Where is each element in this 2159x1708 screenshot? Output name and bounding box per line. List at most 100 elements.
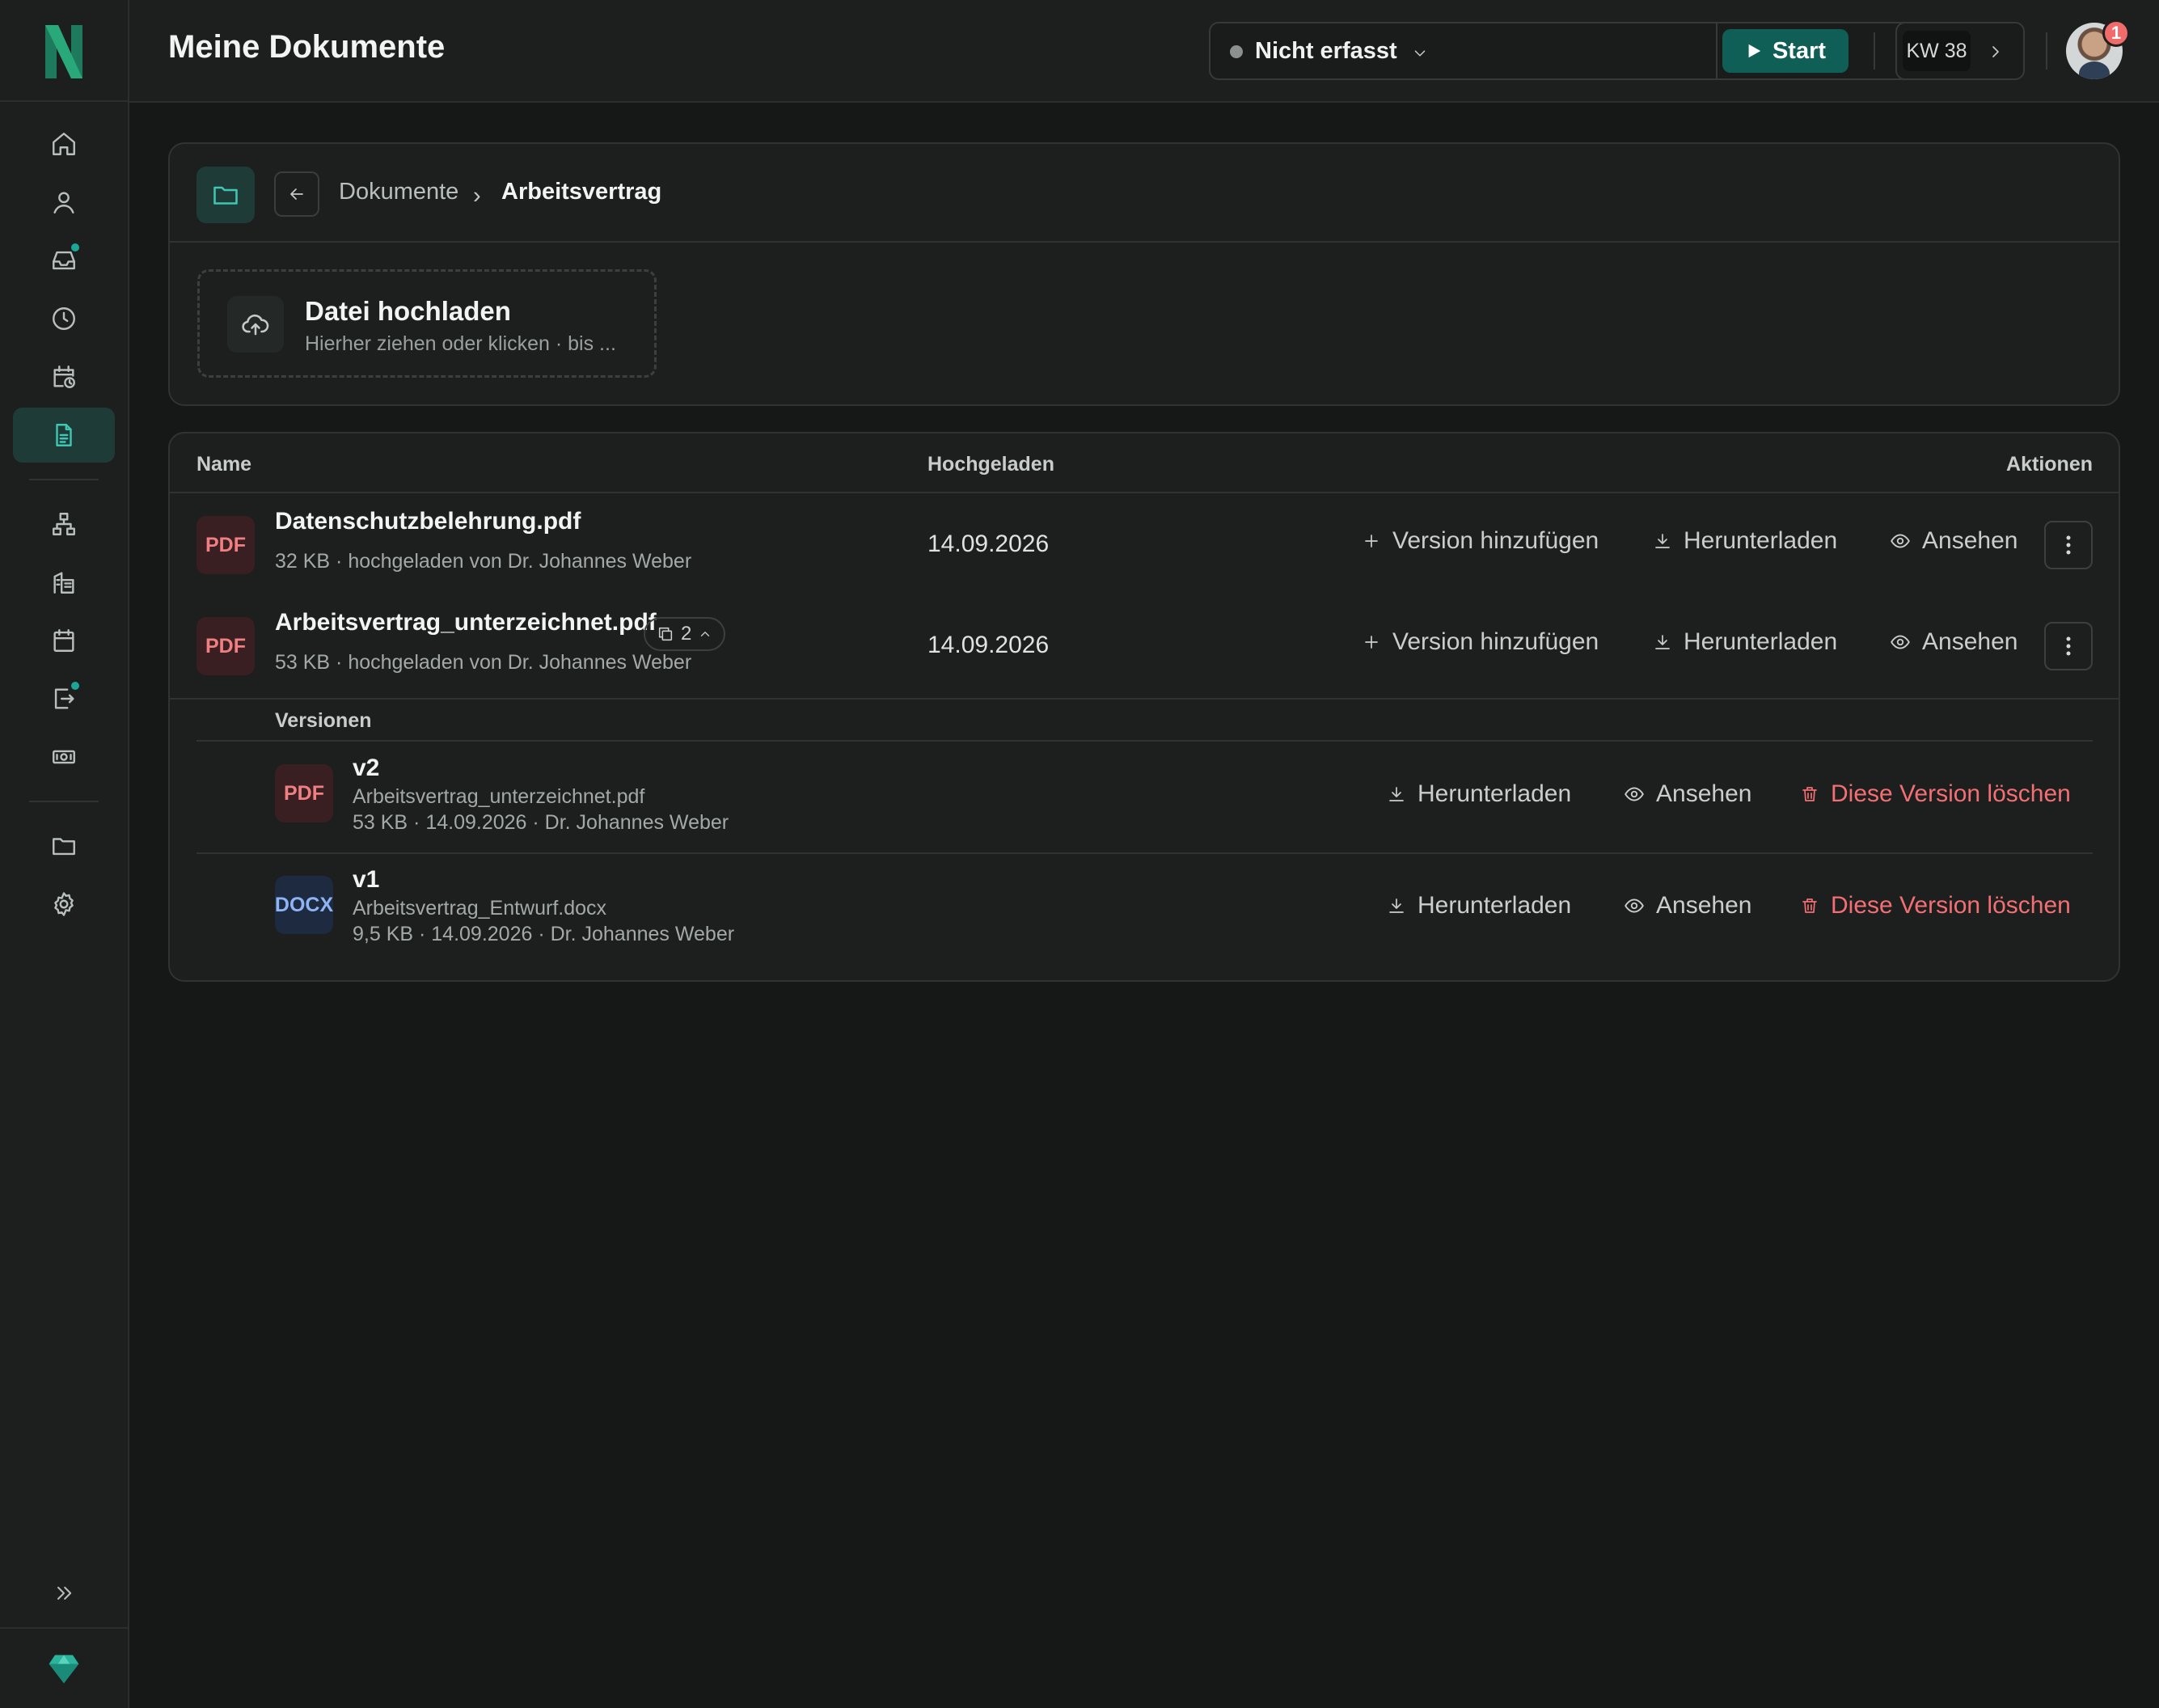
- logo[interactable]: [0, 0, 128, 102]
- add-version-button[interactable]: Version hinzufügen: [1362, 628, 1599, 656]
- download-label: Herunterladen: [1684, 527, 1838, 554]
- back-button[interactable]: [274, 171, 319, 217]
- brand-logo-icon: [45, 25, 82, 78]
- expand-sidebar-button[interactable]: [13, 1569, 115, 1617]
- sidebar-item-calendar-time[interactable]: [13, 349, 115, 404]
- download-button[interactable]: Herunterladen: [1653, 628, 1837, 656]
- chevron-down-icon[interactable]: [1411, 44, 1429, 62]
- play-icon: [1748, 44, 1761, 58]
- version-download-button[interactable]: Herunterladen: [1387, 892, 1571, 920]
- building-icon: [53, 572, 74, 594]
- file-name[interactable]: Arbeitsvertrag_unterzeichnet.pdf: [275, 609, 657, 636]
- sidebar-item-transfer[interactable]: [13, 671, 115, 726]
- download-icon: [1389, 787, 1404, 801]
- breadcrumb-root[interactable]: Dokumente: [339, 179, 458, 205]
- breadcrumb: Dokumente › Arbeitsvertrag: [170, 144, 2119, 243]
- timer-divider: [1716, 23, 1717, 78]
- delete-version-button[interactable]: Diese Version löschen: [1800, 780, 2071, 808]
- sidebar-item-company[interactable]: [13, 555, 115, 610]
- version-count: 2: [681, 623, 692, 645]
- timer-status-dropdown[interactable]: Nicht erfasst: [1255, 38, 1397, 65]
- file-name[interactable]: Datenschutzbelehrung.pdf: [275, 508, 581, 535]
- week-label: KW 38: [1903, 31, 1971, 71]
- user-icon: [53, 192, 74, 214]
- top-header: Meine Dokumente Nicht erfasst Start KW 3…: [129, 0, 2159, 103]
- documents-table: Name Hochgeladen Aktionen PDF Datenschut…: [168, 432, 2120, 982]
- upload-dropzone[interactable]: Datei hochladen Hierher ziehen oder klic…: [197, 269, 657, 378]
- breadcrumb-current: Arbeitsvertrag: [501, 179, 662, 205]
- sidebar-item-payroll[interactable]: [13, 729, 115, 784]
- delete-version-button[interactable]: Diese Version löschen: [1800, 892, 2071, 920]
- plus-icon: [1365, 535, 1378, 547]
- chevron-right-icon[interactable]: [1986, 42, 2005, 61]
- pdf-file-icon: PDF: [275, 764, 333, 822]
- more-options-button[interactable]: [2044, 622, 2093, 670]
- pdf-file-icon: PDF: [196, 516, 255, 574]
- version-count-toggle[interactable]: 2: [644, 617, 726, 651]
- plus-icon: [1365, 636, 1378, 649]
- gear-icon: [54, 892, 74, 916]
- notification-badge[interactable]: 1: [2102, 19, 2130, 47]
- time-tracker: Nicht erfasst Start: [1209, 22, 1985, 80]
- sidebar-item-files[interactable]: [13, 818, 115, 873]
- start-button[interactable]: Start: [1722, 29, 1848, 73]
- more-options-button[interactable]: [2044, 521, 2093, 569]
- upload-subtitle: Hierher ziehen oder klicken · bis ...: [305, 332, 616, 355]
- sidebar-item-documents[interactable]: [13, 408, 115, 463]
- upload-date: 14.09.2026: [927, 531, 1050, 557]
- eye-icon: [1891, 635, 1910, 649]
- arrow-left-icon: [290, 188, 303, 200]
- clock-icon: [53, 307, 75, 330]
- view-label: Ansehen: [1922, 628, 2018, 655]
- versions-divider: [196, 740, 2093, 742]
- version-view-button[interactable]: Ansehen: [1624, 780, 1751, 808]
- column-header-name[interactable]: Name: [196, 453, 251, 476]
- version-view-button[interactable]: Ansehen: [1624, 892, 1751, 920]
- status-dot: [1230, 45, 1243, 58]
- download-icon: [1655, 635, 1670, 649]
- view-button[interactable]: Ansehen: [1890, 628, 2017, 656]
- calendar-icon: [53, 629, 74, 652]
- folder-icon: [213, 186, 238, 205]
- sidebar-item-calendar[interactable]: [13, 613, 115, 668]
- pdf-file-icon: PDF: [196, 617, 255, 675]
- version-file-name: Arbeitsvertrag_Entwurf.docx: [353, 897, 607, 920]
- sidebar-item-settings[interactable]: [13, 877, 115, 932]
- sidebar-item-inbox[interactable]: [13, 233, 115, 288]
- chevron-up-icon: [701, 632, 710, 636]
- sidebar-item-org-chart[interactable]: [13, 497, 115, 552]
- trash-icon: [1802, 787, 1817, 801]
- notification-dot: [70, 680, 81, 691]
- week-selector[interactable]: KW 38: [1895, 22, 2025, 80]
- copy-icon: [658, 627, 673, 641]
- file-meta: 53 KB · hochgeladen von Dr. Johannes Web…: [275, 651, 692, 674]
- sidebar-item-home[interactable]: [13, 116, 115, 171]
- sidebar-item-profile[interactable]: [13, 175, 115, 230]
- notification-dot: [70, 242, 81, 253]
- download-button[interactable]: Herunterladen: [1653, 527, 1837, 555]
- delete-version-label: Diese Version löschen: [1831, 892, 2071, 919]
- start-button-label: Start: [1772, 37, 1827, 64]
- column-header-uploaded[interactable]: Hochgeladen: [927, 453, 1054, 476]
- version-download-button[interactable]: Herunterladen: [1387, 780, 1571, 808]
- docx-file-icon: DOCX: [275, 876, 333, 934]
- eye-icon: [1625, 898, 1644, 913]
- download-icon: [1655, 534, 1670, 548]
- document-icon: [56, 424, 72, 446]
- header-divider: [2046, 32, 2047, 70]
- org-chart-icon: [53, 513, 75, 535]
- add-version-button[interactable]: Version hinzufügen: [1362, 527, 1599, 555]
- eye-icon: [1891, 534, 1910, 548]
- version-label: v1: [353, 866, 380, 893]
- view-label: Ansehen: [1656, 780, 1752, 807]
- home-icon: [53, 133, 75, 155]
- folder-button[interactable]: [196, 167, 255, 223]
- sidebar-footer: [0, 1627, 128, 1708]
- sidebar-item-time[interactable]: [13, 291, 115, 346]
- view-button[interactable]: Ansehen: [1890, 527, 2017, 555]
- diamond-icon[interactable]: [46, 1651, 82, 1686]
- table-row: PDF Datenschutzbelehrung.pdf 32 KB · hoc…: [170, 495, 2119, 596]
- versions-section: Versionen PDF v2 Arbeitsvertrag_unterzei…: [170, 698, 2119, 980]
- header-divider: [1874, 32, 1875, 70]
- column-header-actions: Aktionen: [2006, 453, 2093, 476]
